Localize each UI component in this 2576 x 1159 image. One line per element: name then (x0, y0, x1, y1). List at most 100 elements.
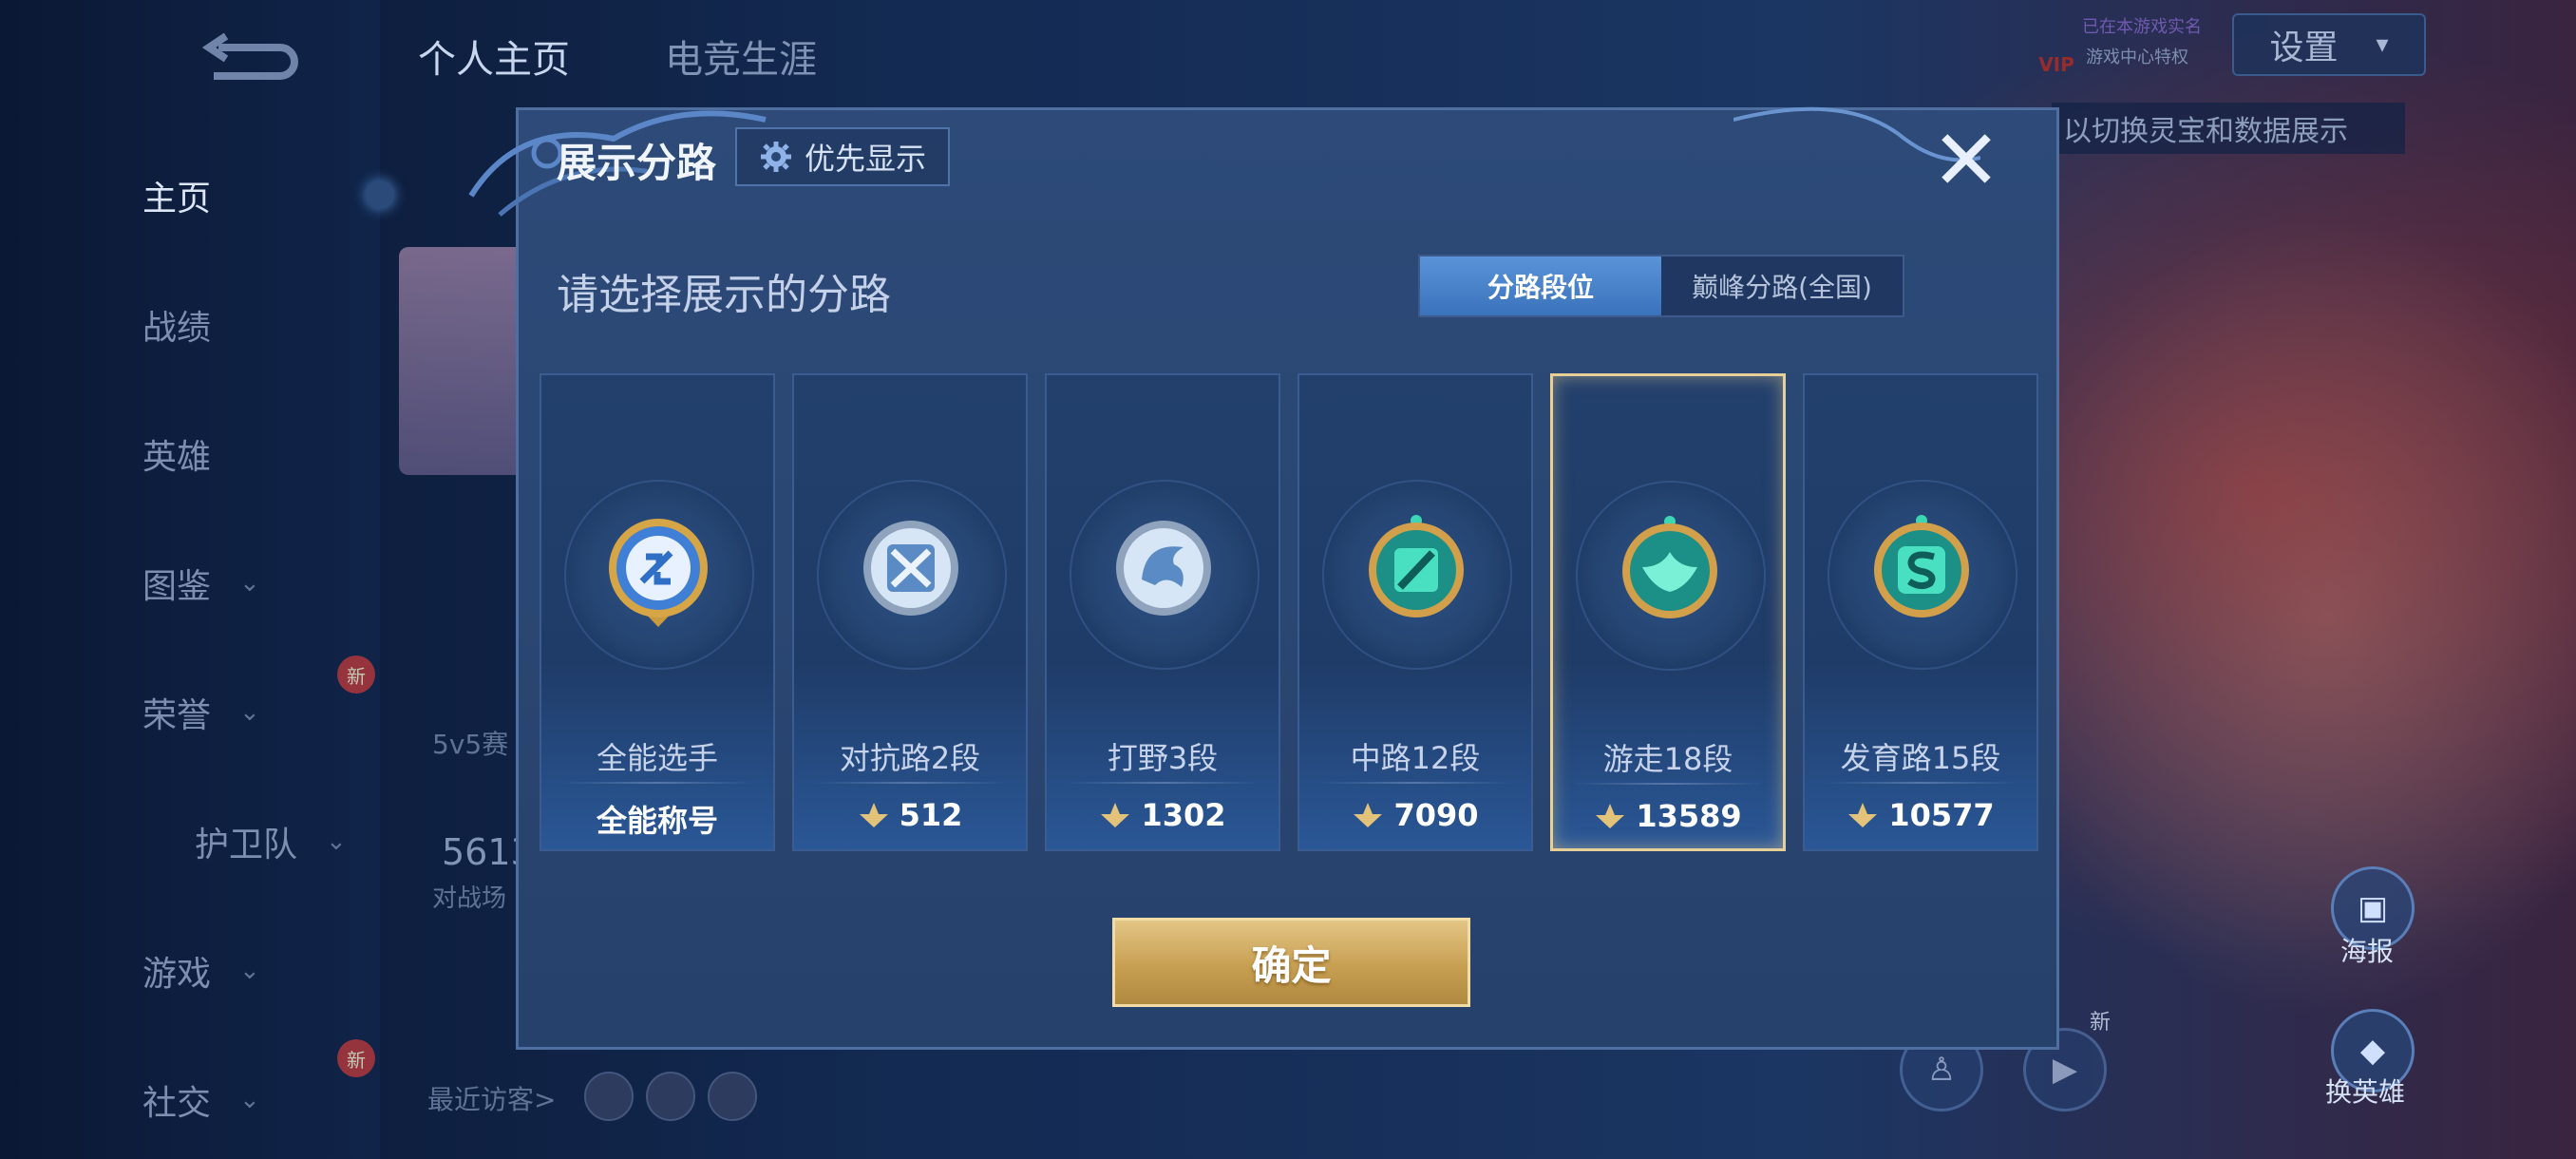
back-arrow-icon[interactable] (199, 28, 304, 95)
lane-name: 全能选手 (596, 740, 718, 776)
sidebar-item-label: 图鉴 (142, 567, 212, 606)
lane-value: 512 (794, 797, 1026, 833)
sidebar-item-home[interactable]: 主页 (142, 171, 332, 220)
tab-lane-rank[interactable]: 分路段位 (1420, 256, 1661, 315)
divider (1824, 782, 2017, 784)
lane-value-text: 512 (899, 797, 963, 833)
hint-text: 以切换灵宝和数据展示 (2063, 115, 2348, 148)
recent-visitors-link[interactable]: 最近访客> (427, 1079, 556, 1117)
lane-card-farm[interactable]: 发育路15段 10577 (1803, 373, 2038, 851)
chevron-down-icon: ⌄ (326, 827, 347, 856)
lane-value-text: 7090 (1393, 797, 1479, 833)
lane-points-icon (1354, 803, 1383, 827)
lane-value-text: 全能称号 (596, 803, 718, 839)
all-round-badge-icon (609, 519, 708, 627)
lane-name: 发育路15段 (1840, 740, 2001, 776)
divider (1066, 782, 1260, 784)
priority-display-label: 优先显示 (804, 141, 926, 177)
lane-card-roam[interactable]: 游走18段 13589 (1550, 373, 1786, 851)
sidebar-item-label: 荣誉 (142, 696, 212, 735)
sidebar-item-label: 社交 (142, 1084, 212, 1123)
visitor-avatar[interactable] (708, 1072, 757, 1121)
sidebar-item-guard[interactable]: 护卫队 ⌄ (195, 817, 385, 866)
new-tag: 新 (2090, 1011, 2112, 1035)
sidebar-item-honor[interactable]: 荣誉 ⌄ (142, 688, 332, 737)
tab-peak-lane-national[interactable]: 巅峰分路(全国) (1661, 256, 1903, 315)
lane-value: 1302 (1047, 797, 1279, 833)
lane-card-jungle[interactable]: 打野3段 1302 (1045, 373, 1280, 851)
modal-subtitle: 请选择展示的分路 (557, 271, 891, 319)
lane-value: 全能称号 (541, 797, 773, 841)
top-tabs: 个人主页 电竞生涯 (418, 28, 817, 84)
lane-value-text: 10577 (1888, 797, 1995, 833)
lane-points-icon (859, 803, 888, 827)
lane-name: 中路12段 (1350, 740, 1481, 776)
sidebar-item-label: 战绩 (142, 309, 212, 348)
lane-value: 10577 (1805, 797, 2036, 833)
clash-lane-badge-icon (863, 521, 958, 616)
roam-badge-icon (1622, 516, 1717, 618)
divider (560, 782, 754, 784)
tab-profile[interactable]: 个人主页 (418, 28, 570, 84)
sidebar-item-games[interactable]: 游戏 ⌄ (142, 946, 332, 996)
hint-banner: 以切换灵宝和数据展示 (2052, 103, 2405, 154)
chevron-down-icon: ⌄ (239, 569, 260, 598)
chevron-down-icon: ▾ (2376, 30, 2389, 59)
modal-title: 展示分路 (557, 140, 717, 186)
profile-avatar-card (399, 247, 532, 475)
lane-name: 对抗路2段 (839, 740, 981, 776)
sidebar-item-records[interactable]: 战绩 (142, 300, 332, 350)
sidebar-item-heroes[interactable]: 英雄 (142, 429, 332, 479)
chevron-down-icon: ⌄ (239, 1086, 260, 1114)
settings-label: 设置 (2269, 28, 2339, 67)
settings-button[interactable]: 设置 ▾ (2232, 13, 2426, 76)
lane-card-clash[interactable]: 对抗路2段 512 (792, 373, 1028, 851)
divider (1572, 783, 1764, 785)
farm-lane-badge-icon (1874, 515, 1969, 618)
confirm-label: 确定 (1251, 941, 1332, 989)
mode-tag: 5v5赛 (432, 729, 509, 760)
tab-career[interactable]: 电竞生涯 (665, 28, 817, 84)
lane-name: 游走18段 (1602, 741, 1733, 777)
new-badge: 新 (337, 1039, 375, 1077)
lane-value: 13589 (1553, 798, 1783, 834)
close-icon[interactable]: ✕ (1923, 118, 2009, 203)
sidebar: 主页 战绩 英雄 图鉴 ⌄ 荣誉 ⌄ 新 护卫队 ⌄ 游戏 ⌄ 社交 ⌄ 新 (0, 0, 394, 1159)
change-hero-label: 换英雄 (2325, 1076, 2406, 1108)
lane-card-mid[interactable]: 中路12段 7090 (1297, 373, 1533, 851)
sidebar-item-label: 主页 (142, 180, 212, 218)
vip-privilege-text: 游戏中心特权 (2086, 48, 2188, 67)
lane-card-list: 全能选手 全能称号 对抗路2段 512 打野3段 1302 中路12段 7090… (540, 373, 2038, 851)
jungle-badge-icon (1116, 521, 1211, 616)
sidebar-item-label: 英雄 (142, 438, 212, 477)
lane-view-toggle: 分路段位 巅峰分路(全国) (1418, 255, 1904, 317)
sidebar-active-indicator (366, 180, 394, 209)
lane-points-icon (1101, 803, 1130, 827)
lane-name: 打野3段 (1107, 740, 1219, 776)
sidebar-item-label: 护卫队 (195, 826, 298, 864)
priority-display-button[interactable]: 优先显示 (735, 127, 950, 186)
lane-value-text: 13589 (1636, 798, 1742, 834)
lane-value-text: 1302 (1141, 797, 1226, 833)
vip-verified-text: 已在本游戏实名 (2082, 17, 2202, 37)
sidebar-item-codex[interactable]: 图鉴 ⌄ (142, 559, 332, 608)
vip-icon[interactable]: VIP (2023, 19, 2090, 76)
match-count-label: 对战场 (432, 884, 507, 913)
lane-points-icon (1596, 804, 1625, 828)
vip-label: VIP (2038, 53, 2074, 76)
lane-card-all-round[interactable]: 全能选手 全能称号 (540, 373, 775, 851)
divider (1318, 782, 1512, 784)
lane-value: 7090 (1299, 797, 1531, 833)
lane-display-modal: 展示分路 优先显示 ✕ 请选择展示的分路 分路段位 巅峰分路(全国) 全能选手 … (468, 106, 2059, 1050)
new-badge: 新 (337, 656, 375, 694)
sidebar-item-label: 游戏 (142, 955, 212, 994)
chevron-down-icon: ⌄ (239, 698, 260, 727)
lane-points-icon (1848, 803, 1878, 827)
visitor-avatar[interactable] (584, 1072, 634, 1121)
gear-icon (760, 142, 791, 172)
visitor-avatar[interactable] (646, 1072, 695, 1121)
divider (813, 782, 1007, 784)
mid-lane-badge-icon (1369, 515, 1464, 618)
confirm-button[interactable]: 确定 (1112, 918, 1470, 1007)
sidebar-item-social[interactable]: 社交 ⌄ (142, 1075, 332, 1125)
